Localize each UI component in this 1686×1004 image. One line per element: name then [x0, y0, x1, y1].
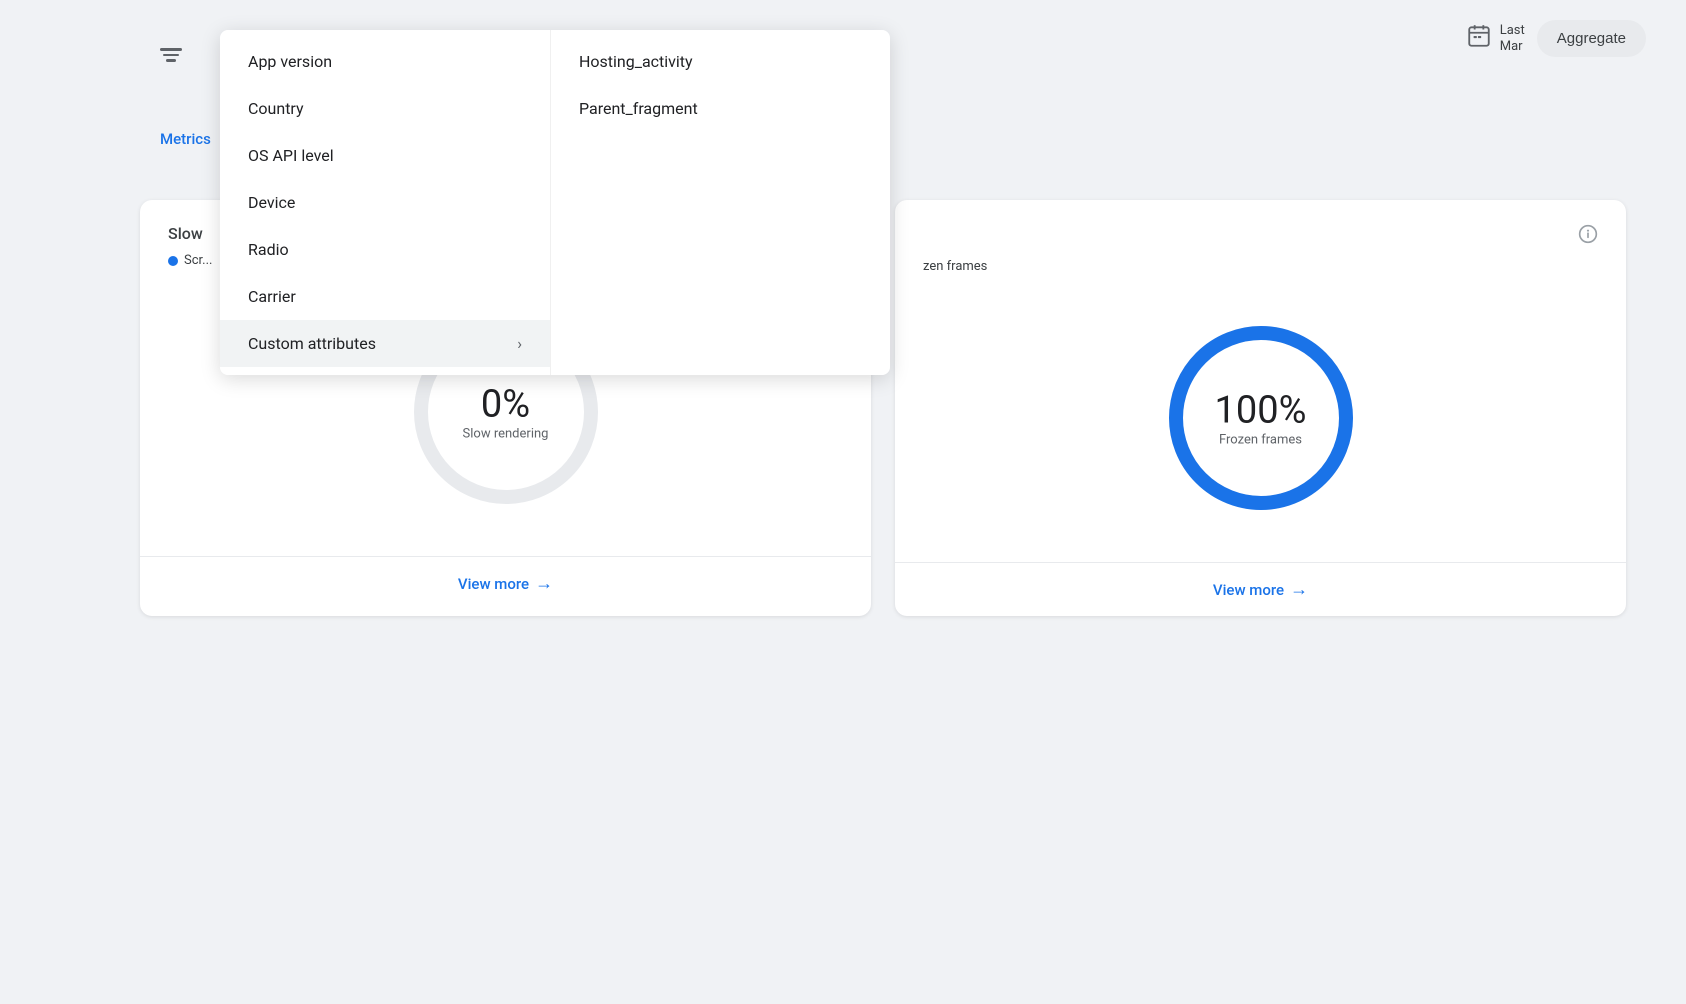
- arrow-right-slow: →: [535, 573, 553, 594]
- chevron-right-icon: ›: [517, 334, 522, 353]
- card-footer-frozen: View more →: [895, 562, 1626, 616]
- menu-item-custom-attributes[interactable]: Custom attributes ›: [220, 320, 550, 367]
- donut-frozen: 100% Frozen frames: [1151, 308, 1371, 528]
- donut-center-frozen: 100% Frozen frames: [1215, 389, 1307, 448]
- date-info: Last Mar: [1500, 23, 1525, 54]
- card-subtitle-text-slow: Scr...: [184, 253, 212, 268]
- menu-item-device[interactable]: Device: [220, 179, 550, 226]
- card-subtitle-frozen: zen frames: [895, 257, 1626, 282]
- dropdown-right: Hosting_activity Parent_fragment: [550, 30, 890, 375]
- dropdown-left: App version Country OS API level Device …: [220, 30, 550, 375]
- filter-line-1: [160, 48, 182, 51]
- top-bar: Last Mar Aggregate: [1426, 0, 1686, 77]
- view-more-frozen[interactable]: View more →: [923, 579, 1598, 600]
- menu-item-app-version[interactable]: App version: [220, 38, 550, 85]
- donut-desc-slow: Slow rendering: [463, 427, 549, 442]
- menu-item-country[interactable]: Country: [220, 85, 550, 132]
- donut-center-slow: 0% Slow rendering: [463, 383, 549, 442]
- last-label: Last: [1500, 23, 1525, 39]
- date-label: Mar: [1500, 39, 1525, 55]
- filter-line-3: [166, 59, 176, 62]
- view-more-slow[interactable]: View more →: [168, 573, 843, 594]
- donut-pct-frozen: 100%: [1215, 389, 1307, 433]
- filter-line-2: [163, 54, 179, 57]
- calendar-icon: [1466, 23, 1492, 55]
- donut-pct-slow: 0%: [463, 383, 549, 427]
- card-title-slow: Slow: [168, 224, 203, 243]
- card-subtitle-text-frozen: zen frames: [923, 259, 987, 274]
- frozen-frames-card: zen frames 100% Frozen frames View more …: [895, 200, 1626, 616]
- info-icon: [1578, 224, 1598, 249]
- menu-item-os-api[interactable]: OS API level: [220, 132, 550, 179]
- arrow-right-frozen: →: [1290, 579, 1308, 600]
- menu-item-carrier[interactable]: Carrier: [220, 273, 550, 320]
- dot-slow: [168, 256, 178, 266]
- menu-item-parent-fragment[interactable]: Parent_fragment: [551, 85, 890, 132]
- card-body-frozen: 100% Frozen frames: [895, 282, 1626, 562]
- card-footer-slow: View more →: [140, 556, 871, 610]
- menu-item-radio[interactable]: Radio: [220, 226, 550, 273]
- card-header-frozen: [895, 200, 1626, 257]
- calendar-area: Last Mar: [1466, 23, 1525, 55]
- dropdown-menu: App version Country OS API level Device …: [220, 30, 890, 375]
- menu-item-hosting-activity[interactable]: Hosting_activity: [551, 38, 890, 85]
- aggregate-button[interactable]: Aggregate: [1537, 20, 1646, 57]
- filter-icon[interactable]: [160, 48, 182, 62]
- donut-desc-frozen: Frozen frames: [1215, 433, 1307, 448]
- metrics-label: Metrics: [160, 130, 211, 148]
